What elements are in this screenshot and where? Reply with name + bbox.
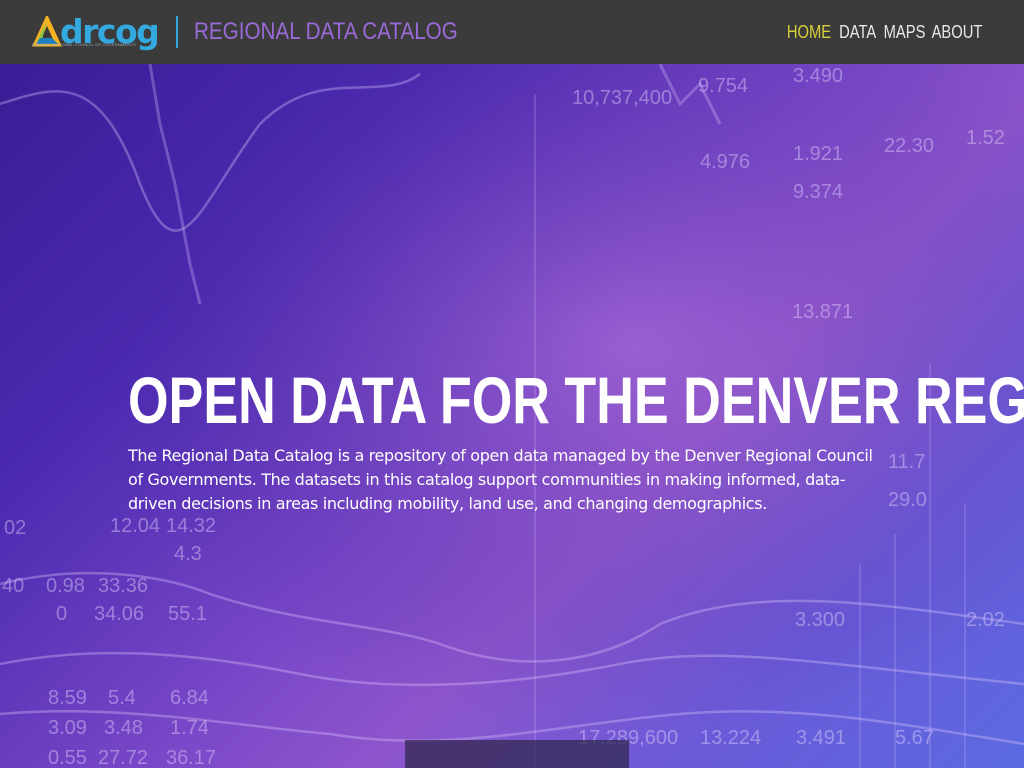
nav-data[interactable]: DATA — [839, 22, 876, 43]
svg-text:0.55: 0.55 — [48, 747, 87, 768]
svg-text:3.491: 3.491 — [796, 727, 846, 749]
svg-text:22.30: 22.30 — [884, 135, 934, 157]
nav-home[interactable]: HOME — [787, 22, 831, 43]
svg-text:3.09: 3.09 — [48, 717, 87, 739]
svg-text:13.224: 13.224 — [700, 727, 761, 749]
svg-text:5.67: 5.67 — [895, 727, 934, 749]
svg-text:3.48: 3.48 — [104, 717, 143, 739]
hero-title: OPEN DATA FOR THE DENVER REGION — [128, 363, 1024, 437]
svg-text:14.32: 14.32 — [166, 515, 216, 537]
svg-text:9.374: 9.374 — [793, 181, 843, 203]
bottom-tab — [405, 740, 629, 768]
svg-text:12.04: 12.04 — [110, 515, 160, 537]
svg-text:29.0: 29.0 — [888, 489, 927, 511]
svg-text:1.52: 1.52 — [966, 127, 1005, 149]
svg-text:40: 40 — [2, 575, 24, 597]
nav-maps[interactable]: MAPS — [884, 22, 926, 43]
svg-text:02: 02 — [4, 517, 26, 539]
hero-description: The Regional Data Catalog is a repositor… — [128, 446, 873, 513]
svg-text:33.36: 33.36 — [98, 575, 148, 597]
drcog-logo[interactable]: drcog DENVER REGIONAL COUNCIL OF GOVERNM… — [32, 14, 162, 50]
svg-text:3.490: 3.490 — [793, 65, 843, 87]
svg-text:0: 0 — [56, 603, 67, 625]
svg-text:6.84: 6.84 — [170, 687, 209, 709]
svg-text:4.976: 4.976 — [700, 151, 750, 173]
svg-text:2.02: 2.02 — [966, 609, 1005, 631]
svg-text:9.754: 9.754 — [698, 75, 748, 97]
svg-text:34.06: 34.06 — [94, 603, 144, 625]
hero-section: 10,737,400 9.754 3.490 4.976 1.921 9.374… — [0, 64, 1024, 768]
svg-text:4.3: 4.3 — [174, 543, 202, 565]
svg-text:55.1: 55.1 — [168, 603, 207, 625]
top-navbar: drcog DENVER REGIONAL COUNCIL OF GOVERNM… — [0, 0, 1024, 64]
svg-text:11.7: 11.7 — [888, 451, 925, 473]
svg-text:36.17: 36.17 — [166, 747, 216, 768]
svg-text:5.4: 5.4 — [108, 687, 136, 709]
svg-text:27.72: 27.72 — [98, 747, 148, 768]
svg-text:1.921: 1.921 — [793, 143, 843, 165]
svg-text:10,737,400: 10,737,400 — [572, 87, 672, 109]
svg-text:8.59: 8.59 — [48, 687, 87, 709]
svg-text:1.74: 1.74 — [170, 717, 209, 739]
svg-text:0.98: 0.98 — [46, 575, 85, 597]
svg-text:3.300: 3.300 — [795, 609, 845, 631]
logo-subtext: DENVER REGIONAL COUNCIL OF GOVERNMENTS — [32, 42, 136, 47]
nav-about[interactable]: ABOUT — [932, 22, 983, 43]
header-divider — [176, 16, 178, 48]
svg-text:13.871: 13.871 — [792, 301, 853, 323]
site-title[interactable]: REGIONAL DATA CATALOG — [194, 18, 458, 46]
